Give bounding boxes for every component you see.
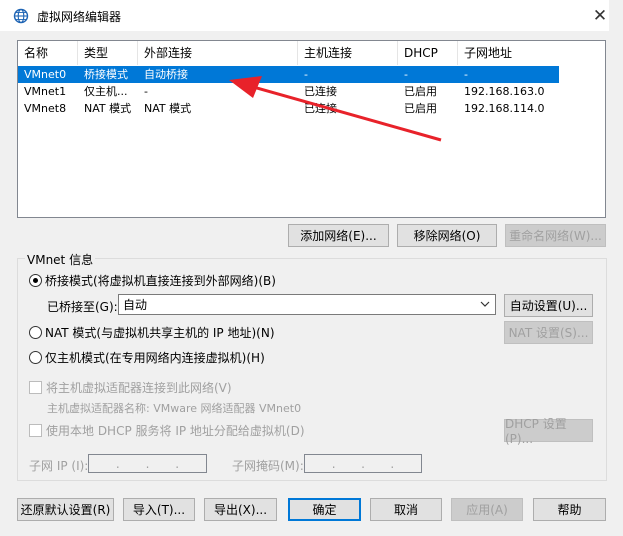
cell-dhcp: 已启用 [404, 85, 437, 98]
remove-network-button[interactable]: 移除网络(O) [397, 224, 497, 247]
cell-dhcp: - [404, 68, 408, 81]
virtual-network-editor-window: 虚拟网络编辑器 ✕ 名称 类型 外部连接 主机连接 DHCP 子网地址 VMne… [0, 0, 623, 536]
bridge-mode-label: 桥接模式(将虚拟机直接连接到外部网络)(B) [45, 274, 276, 288]
vmnet-info-title: VMnet 信息 [25, 251, 96, 268]
title-bar: 虚拟网络编辑器 ✕ [0, 0, 623, 31]
ip-dot: . [175, 456, 180, 471]
dhcp-settings-button[interactable]: DHCP 设置(P)... [504, 417, 593, 446]
cancel-button[interactable]: 取消 [370, 498, 442, 521]
restore-defaults-button[interactable]: 还原默认设置(R) [17, 498, 114, 521]
bridged-to-select[interactable]: 自动 [118, 294, 496, 315]
use-dhcp-checkbox[interactable]: 使用本地 DHCP 服务将 IP 地址分配给虚拟机(D) [29, 422, 305, 439]
network-table[interactable]: 名称 类型 外部连接 主机连接 DHCP 子网地址 VMnet0 桥接模式 自动… [17, 40, 606, 218]
cell-type: 桥接模式 [84, 68, 128, 81]
ip-dot: . [390, 456, 395, 471]
chevron-down-icon [479, 298, 491, 310]
nat-settings-button[interactable]: NAT 设置(S)... [504, 321, 593, 344]
ip-dot: . [145, 456, 150, 471]
rename-network-button[interactable]: 重命名网络(W)... [505, 224, 606, 247]
bridged-to-label: 已桥接至(G): [47, 300, 118, 314]
cell-external: 自动桥接 [144, 68, 188, 81]
column-header-host[interactable]: 主机连接 [298, 41, 398, 65]
bridged-to-value: 自动 [123, 298, 148, 312]
radio-unselected-icon [29, 351, 42, 364]
use-dhcp-label: 使用本地 DHCP 服务将 IP 地址分配给虚拟机(D) [46, 424, 305, 438]
cell-subnet: - [464, 68, 468, 81]
table-row[interactable]: VMnet8 NAT 模式 NAT 模式 已连接 已启用 192.168.114… [18, 100, 559, 117]
network-globe-icon [13, 8, 29, 24]
column-header-subnet[interactable]: 子网地址 [458, 41, 585, 65]
cell-name: VMnet0 [24, 68, 67, 81]
window-title: 虚拟网络编辑器 [37, 10, 122, 24]
cell-subnet: 192.168.114.0 [464, 102, 545, 115]
checkbox-icon [29, 381, 42, 394]
subnet-mask-label: 子网掩码(M): [232, 459, 304, 473]
ip-dot: . [361, 456, 365, 471]
cell-host: - [304, 68, 308, 81]
host-only-radio[interactable]: 仅主机模式(在专用网络内连接虚拟机)(H) [29, 349, 265, 366]
ip-dot: . [331, 456, 336, 471]
close-icon: ✕ [592, 5, 608, 26]
nat-mode-label: NAT 模式(与虚拟机共享主机的 IP 地址)(N) [45, 326, 275, 340]
vmnet-info-group [17, 258, 607, 481]
subnet-mask-field[interactable]: . . . [304, 454, 422, 473]
cell-external: NAT 模式 [144, 102, 192, 115]
apply-button[interactable]: 应用(A) [451, 498, 523, 521]
connect-adapter-checkbox[interactable]: 将主机虚拟适配器连接到此网络(V) [29, 379, 232, 396]
column-header-dhcp[interactable]: DHCP [398, 41, 458, 65]
subnet-ip-field[interactable]: . . . [88, 454, 207, 473]
background-edge [609, 0, 623, 536]
radio-selected-icon [29, 274, 42, 287]
column-header-external[interactable]: 外部连接 [138, 41, 298, 65]
radio-unselected-icon [29, 326, 42, 339]
connect-adapter-label: 将主机虚拟适配器连接到此网络(V) [46, 381, 232, 395]
nat-mode-radio[interactable]: NAT 模式(与虚拟机共享主机的 IP 地址)(N) [29, 324, 275, 341]
ok-button[interactable]: 确定 [288, 498, 361, 521]
cell-type: NAT 模式 [84, 102, 132, 115]
cell-dhcp: 已启用 [404, 102, 437, 115]
adapter-name-label: 主机虚拟适配器名称: VMware 网络适配器 VMnet0 [47, 402, 302, 415]
cell-type: 仅主机... [84, 85, 128, 98]
table-header: 名称 类型 外部连接 主机连接 DHCP 子网地址 [18, 41, 605, 65]
ip-dot: . [115, 456, 120, 471]
cell-name: VMnet1 [24, 85, 67, 98]
cell-host: 已连接 [304, 85, 337, 98]
checkbox-icon [29, 424, 42, 437]
column-header-name[interactable]: 名称 [18, 41, 78, 65]
import-button[interactable]: 导入(T)... [123, 498, 195, 521]
table-row[interactable]: VMnet0 桥接模式 自动桥接 - - - [18, 66, 559, 83]
add-network-button[interactable]: 添加网络(E)... [288, 224, 389, 247]
cell-name: VMnet8 [24, 102, 67, 115]
host-only-label: 仅主机模式(在专用网络内连接虚拟机)(H) [45, 351, 265, 365]
auto-settings-button[interactable]: 自动设置(U)... [504, 294, 593, 317]
cell-external: - [144, 85, 148, 98]
column-header-type[interactable]: 类型 [78, 41, 138, 65]
cell-host: 已连接 [304, 102, 337, 115]
export-button[interactable]: 导出(X)... [204, 498, 277, 521]
help-button[interactable]: 帮助 [533, 498, 606, 521]
bridge-mode-radio[interactable]: 桥接模式(将虚拟机直接连接到外部网络)(B) [29, 272, 276, 289]
subnet-ip-label: 子网 IP (I): [29, 459, 89, 473]
table-row[interactable]: VMnet1 仅主机... - 已连接 已启用 192.168.163.0 [18, 83, 559, 100]
cell-subnet: 192.168.163.0 [464, 85, 545, 98]
